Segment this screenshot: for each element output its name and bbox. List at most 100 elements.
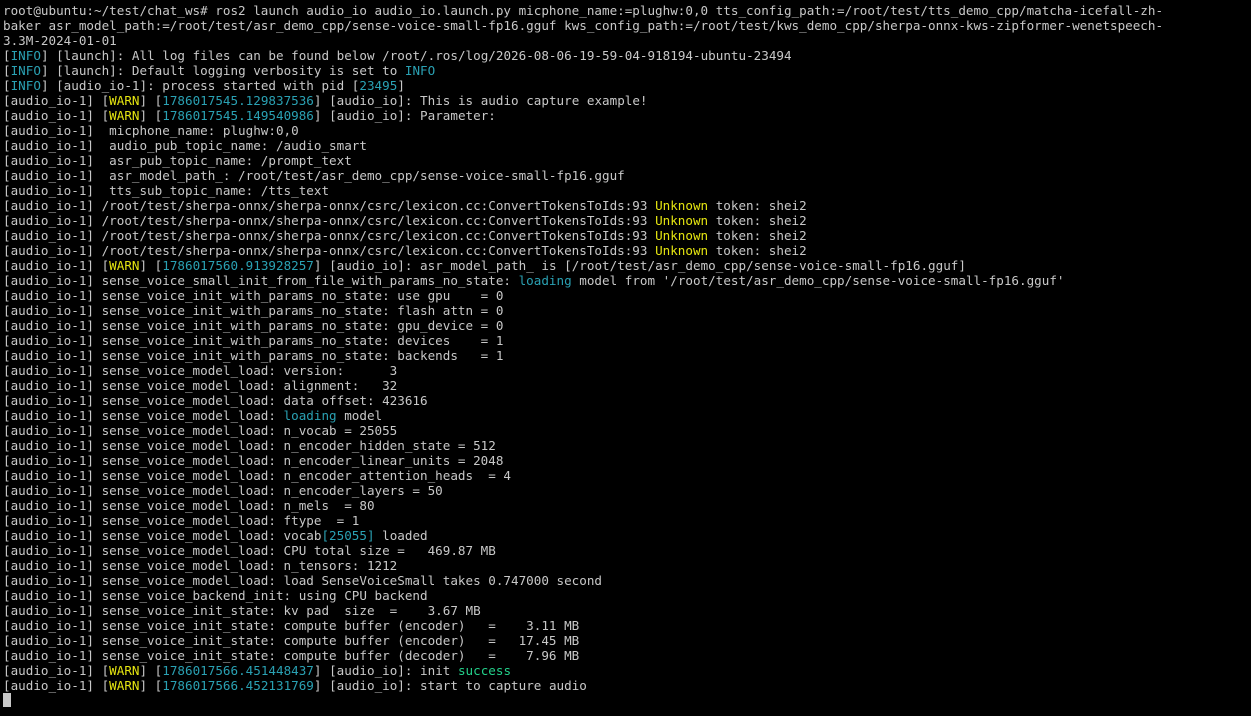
terminal-line: [audio_io-1] sense_voice_model_load: fty… [3, 513, 1251, 528]
terminal-text-segment: ] [397, 78, 405, 93]
terminal-text-segment: [audio_io-1] sense_voice_model_load: n_e… [3, 483, 443, 498]
terminal-text-segment: [audio_io-1] [ [3, 108, 110, 123]
terminal-line: [audio_io-1] sense_voice_model_load: ver… [3, 363, 1251, 378]
terminal-line: [audio_io-1] sense_voice_init_with_param… [3, 348, 1251, 363]
terminal-text-segment: [audio_io-1] /root/test/sherpa-onnx/sher… [3, 198, 656, 213]
terminal-text-segment: [audio_io-1] sense_voice_model_load: voc… [3, 528, 322, 543]
terminal-text-segment: token: shei2 [708, 243, 807, 258]
terminal-line: [INFO] [launch]: All log files can be fo… [3, 48, 1251, 63]
terminal-text-segment: [audio_io-1] sense_voice_model_load: fty… [3, 513, 360, 528]
terminal-text-segment: model [336, 408, 383, 423]
terminal-text-segment: WARN [109, 663, 140, 678]
terminal-text-segment: [audio_io-1] sense_voice_model_load: n_e… [3, 438, 496, 453]
terminal-text-segment: [audio_io-1] sense_voice_small_init_from… [3, 273, 519, 288]
terminal-line: [audio_io-1] /root/test/sherpa-onnx/sher… [3, 198, 1251, 213]
terminal-text-segment: [audio_io-1] audio_pub_topic_name: /audi… [3, 138, 367, 153]
terminal-line: [audio_io-1] sense_voice_small_init_from… [3, 273, 1251, 288]
terminal-text-segment: [audio_io-1] sense_voice_model_load: n_v… [3, 423, 398, 438]
terminal-text-segment: [ [3, 63, 11, 78]
terminal-line: [audio_io-1] sense_voice_init_state: com… [3, 633, 1251, 648]
terminal-text-segment: [ [3, 78, 11, 93]
terminal-text-segment: token: shei2 [708, 198, 807, 213]
terminal-text-segment: [audio_io-1] sense_voice_model_load: [3, 408, 284, 423]
terminal-text-segment: 1786017545.149540986 [162, 108, 314, 123]
terminal-line: [audio_io-1] sense_voice_model_load: ali… [3, 378, 1251, 393]
terminal-line: [audio_io-1] /root/test/sherpa-onnx/sher… [3, 243, 1251, 258]
terminal-text-segment: loading [283, 408, 337, 423]
terminal-line: [audio_io-1] [WARN] [1786017545.12983753… [3, 93, 1251, 108]
terminal-text-segment: baker asr_model_path:=/root/test/asr_dem… [3, 18, 1164, 33]
terminal-text-segment: ] [launch]: Default logging verbosity is… [40, 63, 405, 78]
terminal-line: [audio_io-1] sense_voice_backend_init: u… [3, 588, 1251, 603]
terminal-line: [audio_io-1] sense_voice_init_with_param… [3, 303, 1251, 318]
terminal-text-segment: [audio_io-1] tts_sub_topic_name: /tts_te… [3, 183, 330, 198]
terminal-line: [audio_io-1] micphone_name: plughw:0,0 [3, 123, 1251, 138]
terminal-line: [audio_io-1] sense_voice_model_load: CPU… [3, 543, 1251, 558]
terminal-line: [audio_io-1] sense_voice_init_with_param… [3, 288, 1251, 303]
terminal-text-segment: [audio_io-1] asr_pub_topic_name: /prompt… [3, 153, 352, 168]
terminal-text-segment: [audio_io-1] sense_voice_model_load: ali… [3, 378, 398, 393]
terminal-text-segment: [ [3, 48, 11, 63]
terminal-text-segment: [audio_io-1] sense_voice_init_with_param… [3, 348, 504, 363]
terminal-line: root@ubuntu:~/test/chat_ws# ros2 launch … [3, 3, 1251, 18]
terminal-line: [audio_io-1] sense_voice_model_load: dat… [3, 393, 1251, 408]
terminal-text-segment: loaded [374, 528, 428, 543]
terminal-line: [audio_io-1] asr_model_path_: /root/test… [3, 168, 1251, 183]
terminal-text-segment: [audio_io-1] sense_voice_model_load: n_m… [3, 498, 375, 513]
terminal-line: [audio_io-1] [WARN] [1786017566.45213176… [3, 678, 1251, 693]
terminal-text-segment: ] [ [139, 93, 163, 108]
terminal-line: [audio_io-1] [WARN] [1786017566.45144843… [3, 663, 1251, 678]
terminal-text-segment: 3.3M-2024-01-01 [3, 33, 117, 48]
terminal-text-segment: [audio_io-1] /root/test/sherpa-onnx/sher… [3, 213, 656, 228]
terminal-line: [audio_io-1] /root/test/sherpa-onnx/sher… [3, 228, 1251, 243]
terminal-text-segment: 23495 [359, 78, 398, 93]
terminal-text-segment: [audio_io-1] sense_voice_init_state: com… [3, 618, 580, 633]
terminal-text-segment: [audio_io-1] [ [3, 663, 110, 678]
terminal-line: [audio_io-1] audio_pub_topic_name: /audi… [3, 138, 1251, 153]
terminal-text-segment: [audio_io-1] sense_voice_model_load: dat… [3, 393, 428, 408]
terminal-text-segment: ] [ [139, 108, 163, 123]
terminal-text-segment: ] [audio_io]: start to capture audio [313, 678, 587, 693]
terminal-text-segment: [audio_io-1] micphone_name: plughw:0,0 [3, 123, 299, 138]
terminal-text-segment: 1786017545.129837536 [162, 93, 314, 108]
terminal-line: [audio_io-1] /root/test/sherpa-onnx/sher… [3, 213, 1251, 228]
terminal-line: [INFO] [audio_io-1]: process started wit… [3, 78, 1251, 93]
terminal-text-segment: 1786017566.452131769 [162, 678, 314, 693]
terminal-line: [audio_io-1] sense_voice_model_load: loa… [3, 573, 1251, 588]
terminal-text-segment: [audio_io-1] [ [3, 93, 110, 108]
terminal-text-segment: ] [ [139, 678, 163, 693]
terminal-line: [audio_io-1] sense_voice_model_load: n_t… [3, 558, 1251, 573]
terminal-cursor-line [3, 693, 1251, 708]
terminal-text-segment: [audio_io-1] /root/test/sherpa-onnx/sher… [3, 228, 656, 243]
terminal-text-segment: WARN [109, 678, 140, 693]
terminal-text-segment: success [457, 663, 512, 678]
terminal-text-segment: INFO [10, 63, 41, 78]
terminal-text-segment: root@ubuntu:~/test/chat_ws# ros2 launch … [3, 3, 1164, 18]
terminal-text-segment: INFO [10, 78, 41, 93]
terminal-line: 3.3M-2024-01-01 [3, 33, 1251, 48]
terminal-line: [audio_io-1] sense_voice_model_load: voc… [3, 528, 1251, 543]
terminal-text-segment: [audio_io-1] [ [3, 678, 110, 693]
terminal-line: [audio_io-1] sense_voice_model_load: n_e… [3, 483, 1251, 498]
terminal-text-segment: 1786017560.913928257 [162, 258, 314, 273]
terminal-text-segment: [audio_io-1] sense_voice_model_load: n_t… [3, 558, 398, 573]
terminal-text-segment: ] [audio_io]: Parameter: [313, 108, 496, 123]
terminal-line: [audio_io-1] [WARN] [1786017545.14954098… [3, 108, 1251, 123]
terminal-text-segment: ] [audio_io]: asr_model_path_ is [/root/… [313, 258, 966, 273]
terminal-line: [audio_io-1] asr_pub_topic_name: /prompt… [3, 153, 1251, 168]
terminal-text-segment: [audio_io-1] sense_voice_init_with_param… [3, 288, 504, 303]
text-cursor [3, 693, 11, 707]
terminal-text-segment: [audio_io-1] sense_voice_model_load: CPU… [3, 543, 496, 558]
terminal-text-segment: [audio_io-1] sense_voice_model_load: ver… [3, 363, 398, 378]
terminal-line: [audio_io-1] sense_voice_init_state: com… [3, 618, 1251, 633]
terminal-line: [audio_io-1] [WARN] [1786017560.91392825… [3, 258, 1251, 273]
terminal-text-segment: ] [audio_io]: This is audio capture exam… [313, 93, 648, 108]
terminal-text-segment: WARN [109, 108, 140, 123]
terminal-text-segment: WARN [109, 258, 140, 273]
terminal-window[interactable]: root@ubuntu:~/test/chat_ws# ros2 launch … [0, 0, 1251, 716]
terminal-line: [audio_io-1] sense_voice_model_load: n_m… [3, 498, 1251, 513]
terminal-text-segment: [audio_io-1] sense_voice_model_load: n_e… [3, 468, 511, 483]
terminal-line: [audio_io-1] sense_voice_init_state: com… [3, 648, 1251, 663]
terminal-text-segment: [audio_io-1] sense_voice_init_state: kv … [3, 603, 481, 618]
terminal-text-segment: Unknown [655, 228, 709, 243]
